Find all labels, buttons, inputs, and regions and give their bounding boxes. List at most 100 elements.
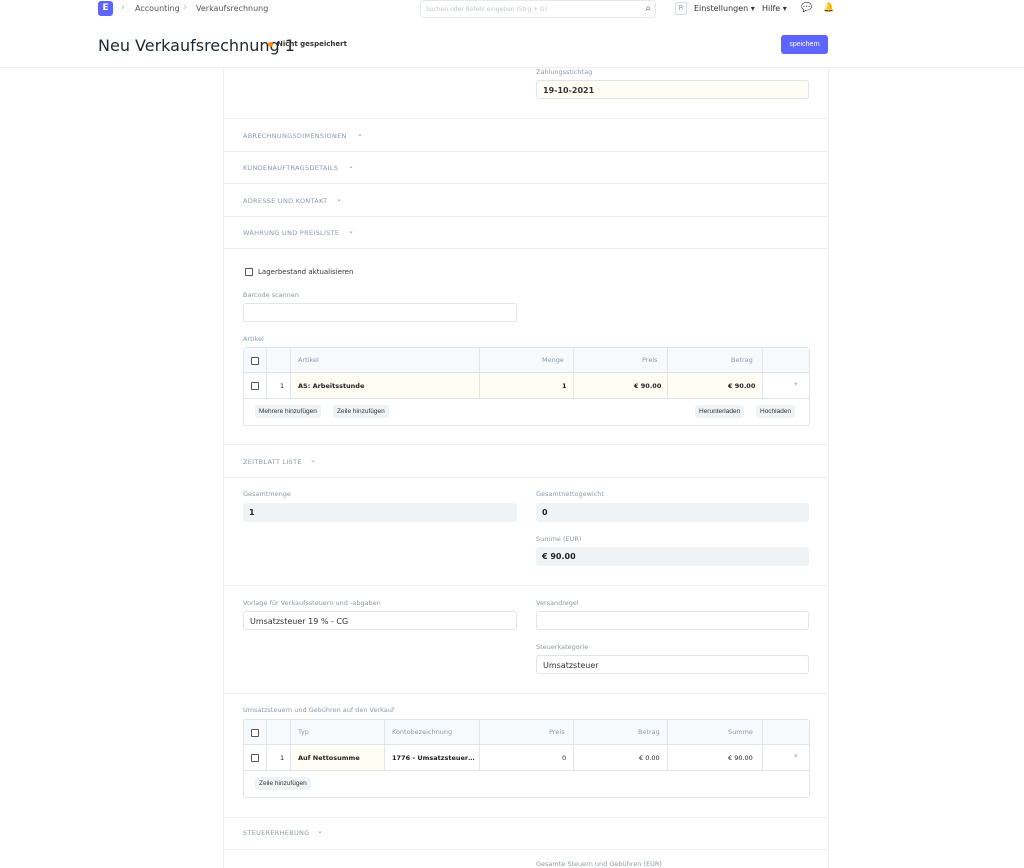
chevron-down-icon: ⌄ <box>336 195 342 203</box>
tax-template-label: Vorlage für Verkaufssteuern und -abgaben <box>243 599 381 607</box>
qty-cell[interactable]: 1 <box>562 382 567 390</box>
row-index: 1 <box>280 382 285 390</box>
divider <box>573 348 574 398</box>
chevron-right-icon: › <box>183 2 187 13</box>
unsaved-indicator-dot <box>268 42 273 47</box>
divider <box>667 720 668 770</box>
column-header: Preis <box>549 728 565 736</box>
navbar: E › Accounting › Verkaufsrechnung Suchen… <box>0 0 1024 20</box>
section-title: ADRESSE UND KONTAKT <box>243 197 328 205</box>
amount-cell[interactable]: € 0.00 <box>639 754 660 762</box>
divider <box>384 720 385 770</box>
settings-label: Einstellungen <box>694 4 749 13</box>
section-title: ABRECHNUNGSDIMENSIONEN <box>243 132 347 140</box>
row-checkbox[interactable] <box>251 754 259 762</box>
search-placeholder: Suchen oder Befehl eingeben (Strg + G) <box>426 6 548 13</box>
tax-category-label: Steuerkategorie <box>536 643 589 651</box>
add-row-button[interactable]: Zeile hinzufügen <box>333 405 389 418</box>
select-all-checkbox[interactable] <box>251 357 259 365</box>
rate-cell[interactable]: 0 <box>562 754 566 762</box>
save-button[interactable]: speichern <box>781 35 828 54</box>
update-stock-label: Lagerbestand aktualisieren <box>258 268 354 276</box>
divider <box>266 720 267 770</box>
chevron-down-icon: ⌄ <box>357 130 363 138</box>
items-label: Artikel <box>243 335 264 343</box>
row-checkbox[interactable] <box>251 382 259 390</box>
row-index: 1 <box>280 754 285 762</box>
divider <box>667 348 668 398</box>
rate-cell[interactable]: € 90.00 <box>634 382 661 390</box>
total-label: Summe (EUR) <box>536 535 582 543</box>
total-net-weight-label: Gesamtnettogewicht <box>536 490 604 498</box>
divider <box>762 720 763 770</box>
total-qty-value: 1 <box>243 503 517 522</box>
chat-icon[interactable]: 💬 <box>801 3 812 13</box>
divider <box>224 444 828 445</box>
select-all-checkbox[interactable] <box>251 729 259 737</box>
type-cell[interactable]: Auf Nettosumme <box>298 754 360 762</box>
shipping-rule-input[interactable] <box>536 611 809 630</box>
add-row-button[interactable]: Zeile hinzufügen <box>255 777 311 790</box>
column-header: Menge <box>542 356 564 364</box>
divider <box>224 477 828 478</box>
section-title: STEUERERHEBUNG <box>243 829 310 837</box>
divider <box>224 248 828 249</box>
help-menu[interactable]: Hilfe ▾ <box>762 4 787 13</box>
chevron-down-icon: ⌄ <box>348 162 354 170</box>
grid-header <box>244 720 809 745</box>
total-cell[interactable]: € 90.00 <box>728 754 753 762</box>
barcode-input[interactable] <box>243 303 517 322</box>
total-qty-label: Gesamtmenge <box>243 490 291 498</box>
breadcrumb-sales-invoice[interactable]: Verkaufsrechnung <box>196 4 268 13</box>
amount-cell[interactable]: € 90.00 <box>728 382 755 390</box>
download-button[interactable]: Herunterladen <box>695 405 745 418</box>
add-multiple-button[interactable]: Mehrere hinzufügen <box>255 405 321 418</box>
divider <box>224 151 828 152</box>
barcode-label: Barcode scannen <box>243 291 300 299</box>
tax-template-input[interactable]: Umsatzsteuer 19 % - CG <box>243 611 517 630</box>
avatar[interactable]: R <box>675 2 687 15</box>
app-logo[interactable]: E <box>98 1 113 16</box>
upload-button[interactable]: Hochladen <box>756 405 796 418</box>
column-header: Kontobezeichnung <box>392 728 453 736</box>
column-header: Preis <box>642 356 658 364</box>
divider <box>290 348 291 398</box>
payment-due-input[interactable]: 19-10-2021 <box>536 80 809 99</box>
update-stock-checkbox[interactable] <box>245 268 253 276</box>
column-header: Artikel <box>298 356 319 364</box>
divider <box>224 216 828 217</box>
search-icon: ⌕ <box>645 3 651 14</box>
total-taxes-label: Gesamte Steuern und Gebühren (EUR) <box>536 860 662 868</box>
section-title: KUNDENAUFTRAGSDETAILS <box>243 164 339 172</box>
breadcrumb-accounting[interactable]: Accounting <box>135 4 180 13</box>
items-grid: Artikel Menge Preis Betrag 1 AS: Arbeits… <box>243 347 810 426</box>
settings-menu[interactable]: Einstellungen ▾ <box>694 4 755 13</box>
bell-icon[interactable]: 🔔 <box>823 3 834 13</box>
chevron-down-icon: ⌄ <box>310 456 316 464</box>
divider <box>224 817 828 818</box>
tax-category-input[interactable]: Umsatzsteuer <box>536 655 809 674</box>
payment-due-label: Zahlungsstichtag <box>536 68 593 76</box>
account-cell[interactable]: 1776 - Umsatzsteuer… <box>392 754 475 762</box>
divider <box>266 348 267 398</box>
divider <box>224 693 828 694</box>
taxes-grid: Typ Kontobezeichnung Preis Betrag Summe … <box>243 719 810 798</box>
page-title: Neu Verkaufsrechnung 1 <box>98 36 295 55</box>
help-label: Hilfe <box>762 4 781 13</box>
divider <box>224 183 828 184</box>
divider <box>224 585 828 586</box>
form-card: Zahlungsstichtag 19-10-2021 ABRECHNUNGSD… <box>223 0 829 868</box>
row-dropdown-icon[interactable]: ▾ <box>794 380 798 388</box>
item-cell[interactable]: AS: Arbeitsstunde <box>298 382 364 390</box>
chevron-down-icon: ⌄ <box>317 827 323 835</box>
divider <box>244 398 809 399</box>
section-title: WÄHRUNG UND PREISLISTE <box>243 229 340 237</box>
taxes-label: Umsatzsteuern und Gebühren auf den Verka… <box>243 706 395 714</box>
row-dropdown-icon[interactable]: ▾ <box>794 752 798 760</box>
search-input[interactable]: Suchen oder Befehl eingeben (Strg + G) ⌕ <box>420 0 656 18</box>
column-header: Summe <box>728 728 753 736</box>
divider <box>224 849 828 850</box>
chevron-down-icon: ⌄ <box>348 227 354 235</box>
divider <box>224 118 828 119</box>
divider <box>290 720 291 770</box>
